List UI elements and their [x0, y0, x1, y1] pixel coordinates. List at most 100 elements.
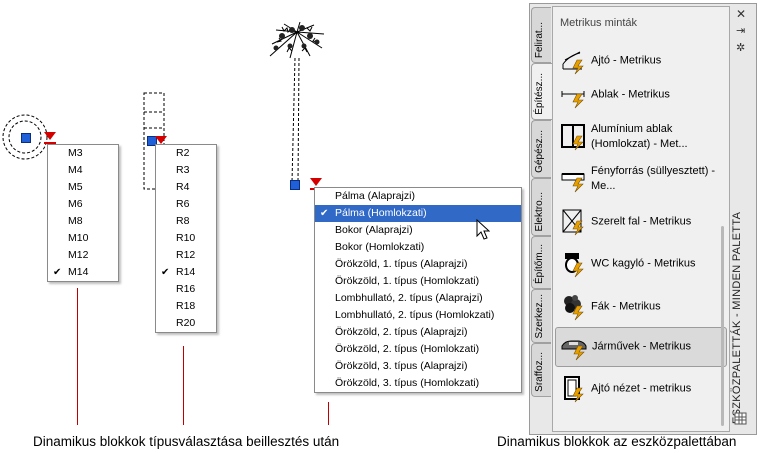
plant-type-item[interactable]: Örökzöld, 2. típus (Alaprajzi): [315, 324, 521, 341]
plant-type-item[interactable]: Örökzöld, 2. típus (Homlokzati): [315, 341, 521, 358]
plant-type-item[interactable]: Lombhullató, 2. típus (Alaprajzi): [315, 290, 521, 307]
r-size-item-label: R14: [176, 266, 196, 278]
palette-tab[interactable]: Elektro...: [531, 178, 551, 236]
palette-tab-label: Elektro...: [534, 191, 545, 231]
palette-menu-icon[interactable]: [734, 412, 748, 426]
palette-tab-label: Építőm...: [534, 243, 545, 284]
r-size-item-label: R10: [176, 232, 196, 244]
r-size-item[interactable]: R12: [156, 247, 216, 264]
plant-type-item[interactable]: Bokor (Alaprajzi): [315, 222, 521, 239]
r-size-item[interactable]: R6: [156, 196, 216, 213]
plant-type-item-label: Örökzöld, 2. típus (Homlokzati): [335, 343, 480, 355]
stud-wall-icon: [560, 208, 586, 236]
door-elevation-icon: [560, 375, 586, 403]
palette-tool-item[interactable]: Fényforrás (süllyesztett) - Me...: [555, 160, 725, 198]
metric-size-item[interactable]: M5: [48, 179, 118, 196]
r-size-item[interactable]: R16: [156, 281, 216, 298]
palm-tree-icon[interactable]: [262, 22, 332, 192]
palette-tool-item[interactable]: WC kagyló - Metrikus: [555, 245, 725, 283]
palette-tool-item[interactable]: Ajtó - Metrikus: [555, 42, 725, 80]
metric-size-item[interactable]: M10: [48, 230, 118, 247]
properties-icon[interactable]: ✲: [736, 41, 745, 54]
palette-tab-label: Sraffoz...: [534, 352, 545, 392]
palette-tool-item[interactable]: Alumínium ablak (Homlokzat) - Met...: [555, 118, 725, 156]
plant-type-item[interactable]: Bokor (Homlokzati): [315, 239, 521, 256]
palette-tab-label: Felirat...: [534, 21, 545, 58]
r-size-item[interactable]: R10: [156, 230, 216, 247]
palette-tool-label: Ablak - Metrikus: [591, 88, 670, 101]
palette-scrollbar[interactable]: [721, 226, 724, 426]
palette-tool-item[interactable]: Fák - Metrikus: [555, 288, 725, 326]
r-size-item-label: R8: [176, 215, 190, 227]
metric-size-item[interactable]: M3: [48, 145, 118, 162]
palette-tool-item[interactable]: Szerelt fal - Metrikus: [555, 203, 725, 241]
palette-tab[interactable]: Építész...: [531, 63, 552, 120]
palette-tab[interactable]: Építőm...: [531, 236, 551, 289]
palette-tab-label: Építész...: [534, 73, 545, 115]
metric-size-item[interactable]: M12: [48, 247, 118, 264]
callout-line-2: [183, 346, 184, 425]
palette-tool-label: Szerelt fal - Metrikus: [591, 215, 692, 228]
palette-tool-item[interactable]: Ablak - Metrikus: [555, 76, 725, 114]
plant-type-item[interactable]: ✔ Pálma (Homlokzati): [315, 205, 521, 222]
palette-tool-label: Ajtó - Metrikus: [591, 54, 662, 67]
palette-tool-item[interactable]: Járművek - Metrikus: [555, 327, 727, 367]
palette-tab[interactable]: Sraffoz...: [531, 343, 551, 397]
r-size-item[interactable]: R3: [156, 162, 216, 179]
r-size-item[interactable]: R4: [156, 179, 216, 196]
r-size-item[interactable]: R8: [156, 213, 216, 230]
plant-type-item[interactable]: Pálma (Alaprajzi): [315, 188, 521, 205]
palette-tab[interactable]: Felirat...: [531, 7, 551, 63]
palette-tab[interactable]: Gépész...: [531, 120, 551, 178]
r-size-item[interactable]: R18: [156, 298, 216, 315]
palette-content: Metrikus minták Ajtó - Metrikus Ablak - M…: [552, 6, 730, 432]
plant-type-item-label: Bokor (Alaprajzi): [335, 224, 413, 236]
palm-lookup-grip[interactable]: [310, 178, 322, 186]
palette-tool-item[interactable]: Ajtó nézet - metrikus: [555, 370, 725, 408]
metric-size-item[interactable]: ✔ M14: [48, 264, 118, 281]
plant-type-item[interactable]: Lombhullató, 2. típus (Homlokzati): [315, 307, 521, 324]
palette-vertical-title: ESZKÖZPALETTÁK - MINDEN PALETTA: [731, 211, 743, 424]
plant-type-item[interactable]: Örökzöld, 1. típus (Homlokzati): [315, 273, 521, 290]
palette-tab-label: Szerkez...: [534, 293, 545, 338]
palette-tool-label: WC kagyló - Metrikus: [591, 257, 696, 270]
metric-size-item[interactable]: M8: [48, 213, 118, 230]
callout-line-1: [77, 288, 78, 425]
plant-type-item-label: Lombhullató, 2. típus (Alaprajzi): [335, 292, 483, 304]
profile-lookup-grip[interactable]: [155, 136, 167, 144]
metric-size-item[interactable]: M6: [48, 196, 118, 213]
plant-type-item-label: Örökzöld, 2. típus (Alaprajzi): [335, 326, 468, 338]
metric-size-item[interactable]: M4: [48, 162, 118, 179]
tool-palette-window: Felirat... Építész... Gépész... Elektro... É…: [529, 3, 757, 435]
metric-size-menu: M3 M4 M5 M6 M8 M10 M12 ✔ M14: [47, 144, 119, 282]
r-size-item[interactable]: ✔ R14: [156, 264, 216, 281]
plant-type-item[interactable]: Örökzöld, 1. típus (Alaprajzi): [315, 256, 521, 273]
toilet-icon: [560, 250, 586, 278]
metric-size-item-label: M14: [68, 266, 89, 278]
close-icon[interactable]: ✕: [736, 7, 746, 21]
palette-tool-label: Ajtó nézet - metrikus: [591, 382, 692, 395]
plant-type-item-label: Örökzöld, 1. típus (Homlokzati): [335, 275, 480, 287]
plant-type-item-label: Örökzöld, 3. típus (Homlokzati): [335, 377, 480, 389]
bolt-insert-grip[interactable]: [21, 133, 31, 143]
r-size-item-label: R12: [176, 249, 196, 261]
caption-dynamic-blocks-palette: Dinamikus blokkok az eszközpalettában: [497, 434, 737, 449]
aluminium-window-icon: [560, 123, 586, 151]
bolt-lookup-grip[interactable]: [44, 132, 56, 140]
checkmark-icon: ✔: [53, 267, 62, 278]
window-icon: [560, 81, 586, 109]
palm-insert-grip[interactable]: [290, 180, 300, 190]
metric-size-item-label: M6: [68, 198, 83, 210]
plant-type-item-label: Örökzöld, 1. típus (Alaprajzi): [335, 258, 468, 270]
autohide-icon[interactable]: ⇥: [736, 24, 745, 37]
r-size-item[interactable]: R20: [156, 315, 216, 332]
metric-size-item-label: M8: [68, 215, 83, 227]
r-size-item-label: R3: [176, 164, 190, 176]
r-size-item[interactable]: R2: [156, 145, 216, 162]
palette-tab[interactable]: Szerkez...: [531, 289, 551, 343]
metric-size-item-label: M10: [68, 232, 89, 244]
palette-tool-label: Alumínium ablak (Homlokzat) - Met...: [591, 123, 688, 150]
plant-type-item[interactable]: Örökzöld, 3. típus (Alaprajzi): [315, 358, 521, 375]
plant-type-item[interactable]: Örökzöld, 3. típus (Homlokzati): [315, 375, 521, 392]
plant-type-item-label: Lombhullató, 2. típus (Homlokzati): [335, 309, 495, 321]
